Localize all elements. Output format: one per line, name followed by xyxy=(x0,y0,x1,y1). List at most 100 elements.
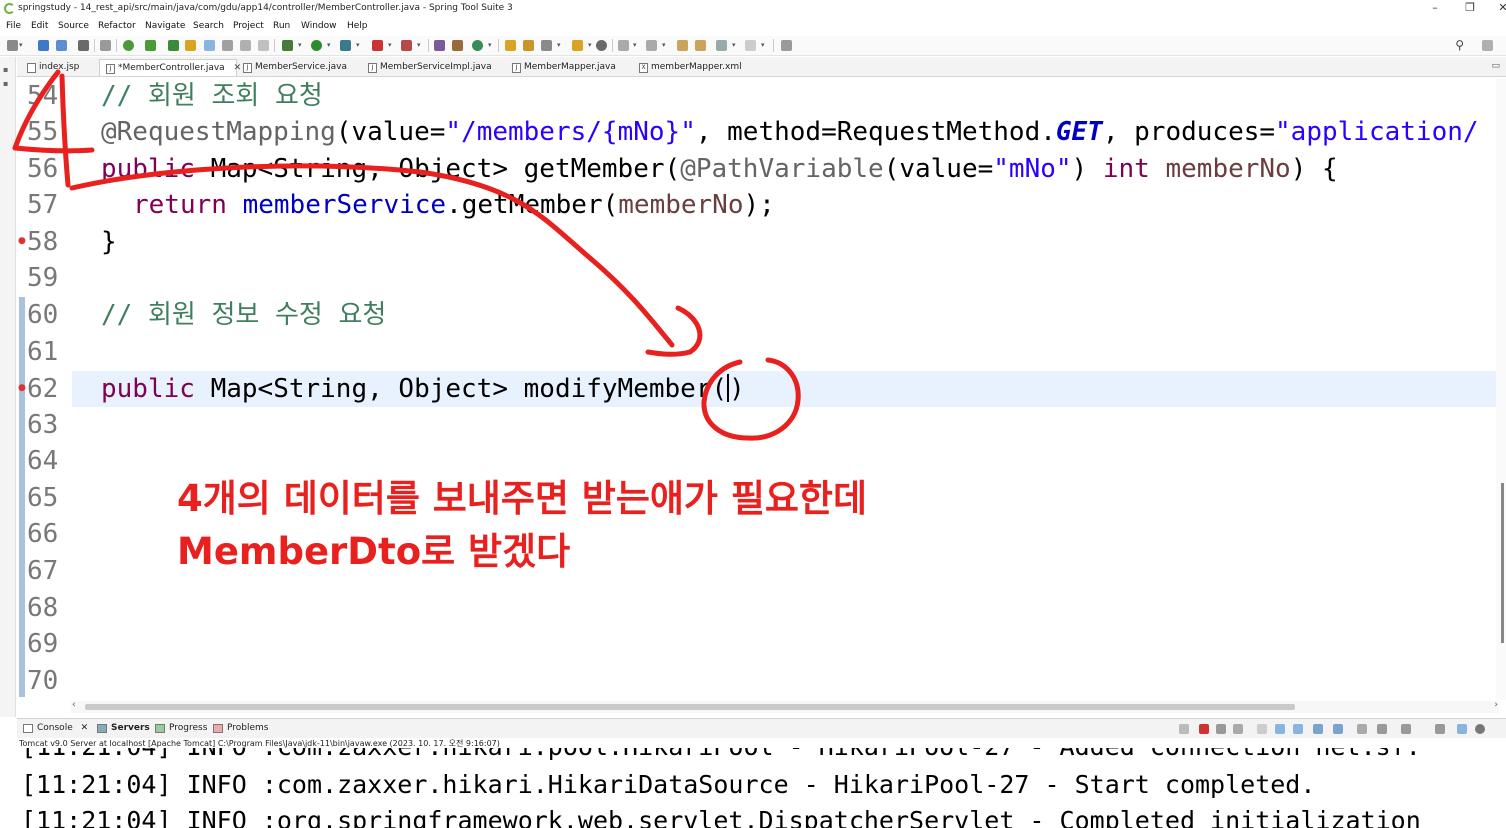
spring-icon[interactable] xyxy=(168,40,179,51)
tab-member-controller[interactable]: J *MemberController.java ✕ xyxy=(99,59,241,76)
console-tab-bar: Console ✕ Servers Progress Problems xyxy=(17,718,1506,738)
annotation-note-line-1: 4개의 데이터를 보내주면 받는애가 필요한데 xyxy=(177,477,867,520)
word-wrap-icon[interactable] xyxy=(1293,724,1303,734)
menu-refactor[interactable]: Refactor xyxy=(98,21,136,31)
show-whitespace-icon[interactable] xyxy=(240,40,251,51)
skip-breakpoints-icon[interactable] xyxy=(100,40,111,51)
tab-console[interactable]: Console ✕ xyxy=(23,723,88,733)
view-menu-icon[interactable] xyxy=(1457,724,1467,734)
tab-member-mapper-xml[interactable]: X memberMapper.xml xyxy=(633,59,763,76)
back-icon[interactable] xyxy=(695,40,706,51)
menu-file[interactable]: File xyxy=(6,21,21,31)
tab-problems[interactable]: Problems xyxy=(213,723,268,733)
menu-search[interactable]: Search xyxy=(193,21,224,31)
refresh-icon[interactable] xyxy=(145,40,156,51)
open-type-icon[interactable] xyxy=(505,40,516,51)
terminate-icon[interactable] xyxy=(1199,724,1209,734)
start-server-icon[interactable] xyxy=(123,40,134,51)
back-history-icon[interactable] xyxy=(716,40,727,51)
code-line-60: // 회원 정보 수정 요청 xyxy=(101,297,386,333)
menu-run[interactable]: Run xyxy=(273,21,290,31)
tab-label: Progress xyxy=(169,723,208,733)
search-toolbar-icon[interactable] xyxy=(541,40,552,51)
open-task-icon[interactable] xyxy=(572,40,583,51)
next-annotation-icon[interactable] xyxy=(618,40,629,51)
forward-icon[interactable] xyxy=(745,40,756,51)
tab-servers[interactable]: Servers xyxy=(97,723,150,733)
show-on-stderr-icon[interactable] xyxy=(1333,724,1343,734)
new-dropdown-icon[interactable]: ▾ xyxy=(19,41,23,49)
run-icon[interactable] xyxy=(311,40,322,51)
tab-member-service-impl[interactable]: J MemberServiceImpl.java xyxy=(362,59,504,76)
settings-icon[interactable] xyxy=(1475,724,1485,734)
code-text: Map<String, Object> modifyMember( xyxy=(194,374,728,404)
globe-icon[interactable] xyxy=(596,40,607,51)
minimize-maximize-icon[interactable]: ▭ xyxy=(1491,61,1500,71)
block-selection-icon[interactable] xyxy=(222,40,233,51)
new-package-icon[interactable] xyxy=(452,40,463,51)
console-output[interactable]: [11:21:04] INFO :com.zaxxer.hikari.pool.… xyxy=(17,748,1506,828)
static-field: GET xyxy=(1055,117,1103,147)
show-on-stdout-icon[interactable] xyxy=(1313,724,1323,734)
scroll-left-icon[interactable]: ‹ xyxy=(72,700,76,710)
tab-progress[interactable]: Progress xyxy=(155,723,207,733)
menu-navigate[interactable]: Navigate xyxy=(145,21,185,31)
restore-icon[interactable]: ▪ xyxy=(3,65,8,74)
scrollbar-thumb[interactable] xyxy=(1501,483,1504,643)
menu-window[interactable]: Window xyxy=(301,21,337,31)
menu-help[interactable]: Help xyxy=(347,21,368,31)
disconnect-icon[interactable] xyxy=(1179,724,1189,734)
restore-button[interactable]: ❐ xyxy=(1453,1,1487,14)
open-perspective-icon[interactable] xyxy=(1482,40,1493,51)
deploy-icon[interactable] xyxy=(401,40,412,51)
comment: // 회원 정보 수정 요청 xyxy=(101,300,387,330)
remove-all-icon[interactable] xyxy=(1233,724,1243,734)
error-marker-icon[interactable]: ● xyxy=(18,236,26,246)
pin-console-icon[interactable] xyxy=(1357,724,1367,734)
tab-index-jsp[interactable]: index.jsp xyxy=(21,59,99,76)
pin-editor-icon[interactable] xyxy=(781,40,792,51)
toggle-mark-occurrences-icon[interactable] xyxy=(185,40,196,51)
previous-annotation-icon[interactable] xyxy=(646,40,657,51)
new-console-icon[interactable] xyxy=(1435,724,1445,734)
keyword: public xyxy=(101,154,195,184)
menu-edit[interactable]: Edit xyxy=(31,21,48,31)
scrollbar-thumb[interactable] xyxy=(85,704,1295,710)
new-class-icon[interactable] xyxy=(472,40,483,51)
scroll-lock-icon[interactable] xyxy=(1275,724,1285,734)
package-explorer-icon[interactable]: ▪ xyxy=(3,79,8,88)
open-resource-icon[interactable] xyxy=(523,40,534,51)
annotation: @RequestMapping xyxy=(101,117,336,147)
remove-launch-icon[interactable] xyxy=(1216,724,1226,734)
field-reference: memberService xyxy=(242,190,447,220)
stop-icon[interactable] xyxy=(372,40,383,51)
search-icon[interactable]: ⚲ xyxy=(1455,38,1464,52)
debug-icon[interactable] xyxy=(282,40,293,51)
menu-project[interactable]: Project xyxy=(233,21,264,31)
close-icon[interactable]: ✕ xyxy=(81,723,89,733)
new-java-project-icon[interactable] xyxy=(434,40,445,51)
save-all-icon[interactable] xyxy=(56,40,67,51)
toggle-word-wrap-icon[interactable] xyxy=(204,40,215,51)
paragraph-icon[interactable] xyxy=(258,40,269,51)
open-console-icon[interactable] xyxy=(1401,724,1411,734)
print-icon[interactable] xyxy=(78,40,89,51)
tab-member-service[interactable]: J MemberService.java xyxy=(237,59,360,76)
menu-source[interactable]: Source xyxy=(58,21,89,31)
tab-member-mapper[interactable]: J MemberMapper.java xyxy=(506,59,632,76)
save-icon[interactable] xyxy=(38,40,49,51)
close-window-button[interactable]: ✕ xyxy=(1486,1,1506,14)
display-console-icon[interactable] xyxy=(1377,724,1387,734)
last-edit-icon[interactable] xyxy=(677,40,688,51)
editor-vertical-scrollbar[interactable] xyxy=(1496,78,1506,700)
new-icon[interactable] xyxy=(7,40,18,51)
code-editor[interactable]: 54 55 56 57 58 59 60 61 62 63 64 65 66 6… xyxy=(17,78,1506,700)
scroll-right-icon[interactable]: › xyxy=(1494,700,1498,710)
editor-horizontal-scrollbar[interactable]: ‹ › xyxy=(71,700,1499,713)
clear-console-icon[interactable] xyxy=(1257,724,1267,734)
external-tools-icon[interactable] xyxy=(340,40,351,51)
error-marker-icon[interactable]: ● xyxy=(18,383,26,393)
line-number: 56 xyxy=(27,154,59,184)
code-line-54: // 회원 조회 요청 xyxy=(101,78,323,114)
minimize-button[interactable]: – xyxy=(1418,1,1452,14)
